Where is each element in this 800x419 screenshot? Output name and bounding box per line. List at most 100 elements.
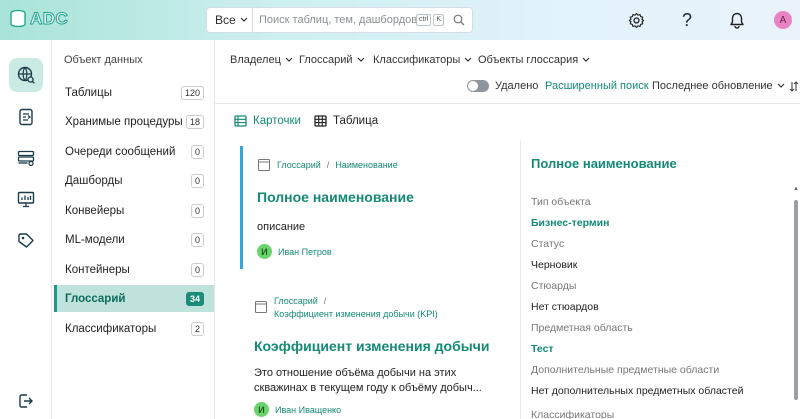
card-description: Это отношение объёма добычи на этих сква… (254, 366, 482, 396)
detail-scrollbar[interactable] (794, 200, 798, 400)
sidebar-item-count: 0 (190, 233, 204, 247)
classifiers-filter[interactable]: Классификаторы (373, 54, 472, 66)
sidebar-item-count: 0 (190, 145, 204, 159)
sidebar-item-count: 120 (180, 86, 204, 100)
breadcrumb-separator: / (323, 296, 327, 306)
detail-value-extra-domains: Нет дополнительных предметных областей (531, 385, 744, 397)
detail-label-object-type: Тип объекта (531, 196, 591, 208)
filter-bar: Владелец Глоссарий Классификаторы Объект… (215, 40, 800, 104)
sidebar-item-ml-models[interactable]: ML-модели 0 (54, 227, 214, 253)
sidebar-item-count: 34 (185, 291, 204, 306)
sidebar-item-pipelines[interactable]: Конвейеры 0 (54, 198, 214, 224)
detail-value-domain[interactable]: Тест (531, 343, 554, 355)
breadcrumb-category[interactable]: Коэффициент изменения добычи (KPI) (274, 309, 438, 319)
sidebar-item-count: 0 (190, 204, 204, 218)
breadcrumb-glossary[interactable]: Глоссарий (277, 160, 321, 170)
chevron-down-icon (240, 17, 248, 22)
dashboard-monitor-icon[interactable] (9, 182, 43, 216)
description-line: скважинах в текущем году к объёму добыч.… (254, 382, 482, 394)
detail-value-status: Черновик (531, 259, 578, 271)
cards-list: Глоссарий / Наименование Полное наименов… (215, 140, 520, 419)
sidebar-item-label: Хранимые процедуры (65, 116, 183, 128)
sidebar-item-label: Классификаторы (65, 323, 157, 335)
queues-icon[interactable] (9, 141, 43, 175)
sort-select[interactable]: Последнее обновление (652, 80, 799, 92)
bell-icon[interactable] (728, 11, 746, 29)
detail-label-classifiers: Классификаторы (531, 409, 615, 419)
top-header: ADC Все ctrl K ? A (0, 0, 800, 40)
glossary-filter-label: Глоссарий (299, 54, 353, 66)
detail-value-stewards: Нет стюардов (531, 301, 599, 313)
card-owner[interactable]: И Иван Иващенко (254, 402, 341, 417)
tab-table[interactable]: Таблица (314, 115, 378, 127)
sidebar-item-stored-procedures[interactable]: Хранимые процедуры 18 (54, 109, 214, 135)
breadcrumb-category[interactable]: Наименование (335, 160, 397, 170)
sidebar-item-glossary[interactable]: Глоссарий 34 (54, 285, 214, 312)
chevron-down-icon (285, 57, 293, 62)
classifiers-filter-label: Классификаторы (373, 54, 461, 66)
sidebar-title: Объект данных (64, 54, 143, 66)
owner-filter-label: Владелец (230, 54, 281, 66)
procedures-icon[interactable] (9, 100, 43, 134)
glossary-term-icon (257, 158, 271, 172)
help-icon[interactable]: ? (678, 10, 696, 30)
sidebar-item-label: Таблицы (65, 87, 112, 99)
glossary-objects-filter[interactable]: Объекты глоссария (478, 54, 590, 66)
deleted-label: Удалено (495, 80, 539, 92)
cards-view-icon (234, 115, 247, 127)
owner-name: Иван Петров (278, 246, 332, 257)
sidebar-item-containers[interactable]: Контейнеры 0 (54, 257, 214, 283)
breadcrumb-glossary[interactable]: Глоссарий (274, 296, 318, 306)
chevron-down-icon (357, 57, 364, 62)
sort-order-icon[interactable] (789, 80, 799, 92)
owner-filter[interactable]: Владелец (230, 54, 293, 66)
detail-label-extra-domains: Дополнительные предметные области (531, 364, 720, 376)
shortcut-k: K (433, 14, 444, 26)
globe-search-icon[interactable] (9, 58, 43, 92)
detail-value-object-type[interactable]: Бизнес-термин (531, 217, 609, 229)
sidebar-item-count: 0 (190, 174, 204, 188)
sidebar-item-count: 18 (185, 115, 204, 129)
search-scope-select[interactable]: Все (207, 8, 253, 32)
card-breadcrumb: Глоссарий / Наименование (257, 158, 398, 172)
global-search: Все ctrl K (206, 7, 473, 33)
breadcrumb-separator: / (326, 160, 330, 170)
sidebar-item-tables[interactable]: Таблицы 120 (54, 80, 214, 106)
card-title[interactable]: Полное наименование (257, 189, 414, 205)
glossary-card[interactable]: Глоссарий / Наименование Полное наименов… (240, 146, 515, 269)
scroll-up-arrow[interactable]: ▲ (793, 186, 799, 192)
tab-cards[interactable]: Карточки (234, 115, 301, 127)
app-logo[interactable]: ADC (8, 9, 68, 29)
gear-icon[interactable] (627, 11, 645, 29)
shortcut-ctrl: ctrl (415, 14, 432, 26)
card-owner[interactable]: И Иван Петров (257, 244, 332, 259)
glossary-filter[interactable]: Глоссарий (299, 54, 365, 66)
search-input[interactable] (253, 14, 416, 26)
logout-icon[interactable] (9, 384, 43, 418)
sidebar-item-dashboards[interactable]: Дашборды 0 (54, 168, 214, 194)
sidebar-item-label: Конвейеры (65, 205, 125, 217)
glossary-card[interactable]: Глоссарий / Коэффициент изменения добычи… (240, 292, 515, 419)
glossary-term-icon (254, 300, 268, 314)
sidebar-item-count: 2 (190, 322, 204, 336)
card-description: описание (257, 221, 306, 233)
owner-name: Иван Иващенко (275, 404, 342, 415)
sidebar-item-label: Контейнеры (65, 264, 130, 276)
detail-label-domain: Предметная область (531, 322, 633, 334)
user-avatar[interactable]: A (774, 11, 792, 29)
sort-label: Последнее обновление (652, 80, 773, 92)
search-icon[interactable] (446, 14, 472, 26)
description-line: Это отношение объёма добычи на этих (254, 367, 457, 379)
logo-text: ADC (29, 9, 69, 29)
advanced-search-link[interactable]: Расширенный поиск (545, 80, 649, 92)
sidebar-item-message-queues[interactable]: Очереди сообщений 0 (54, 139, 214, 165)
deleted-toggle[interactable] (467, 80, 489, 92)
data-object-sidebar: Объект данных Таблицы 120 Хранимые проце… (52, 40, 215, 419)
search-scope-label: Все (215, 13, 236, 27)
card-breadcrumb: Глоссарий / Коэффициент изменения добычи… (254, 296, 438, 319)
tags-icon[interactable] (9, 224, 43, 258)
table-view-icon (314, 115, 327, 127)
card-title[interactable]: Коэффициент изменения добычи (254, 338, 489, 354)
owner-avatar: И (257, 244, 272, 259)
sidebar-item-classifiers[interactable]: Классификаторы 2 (54, 316, 214, 342)
